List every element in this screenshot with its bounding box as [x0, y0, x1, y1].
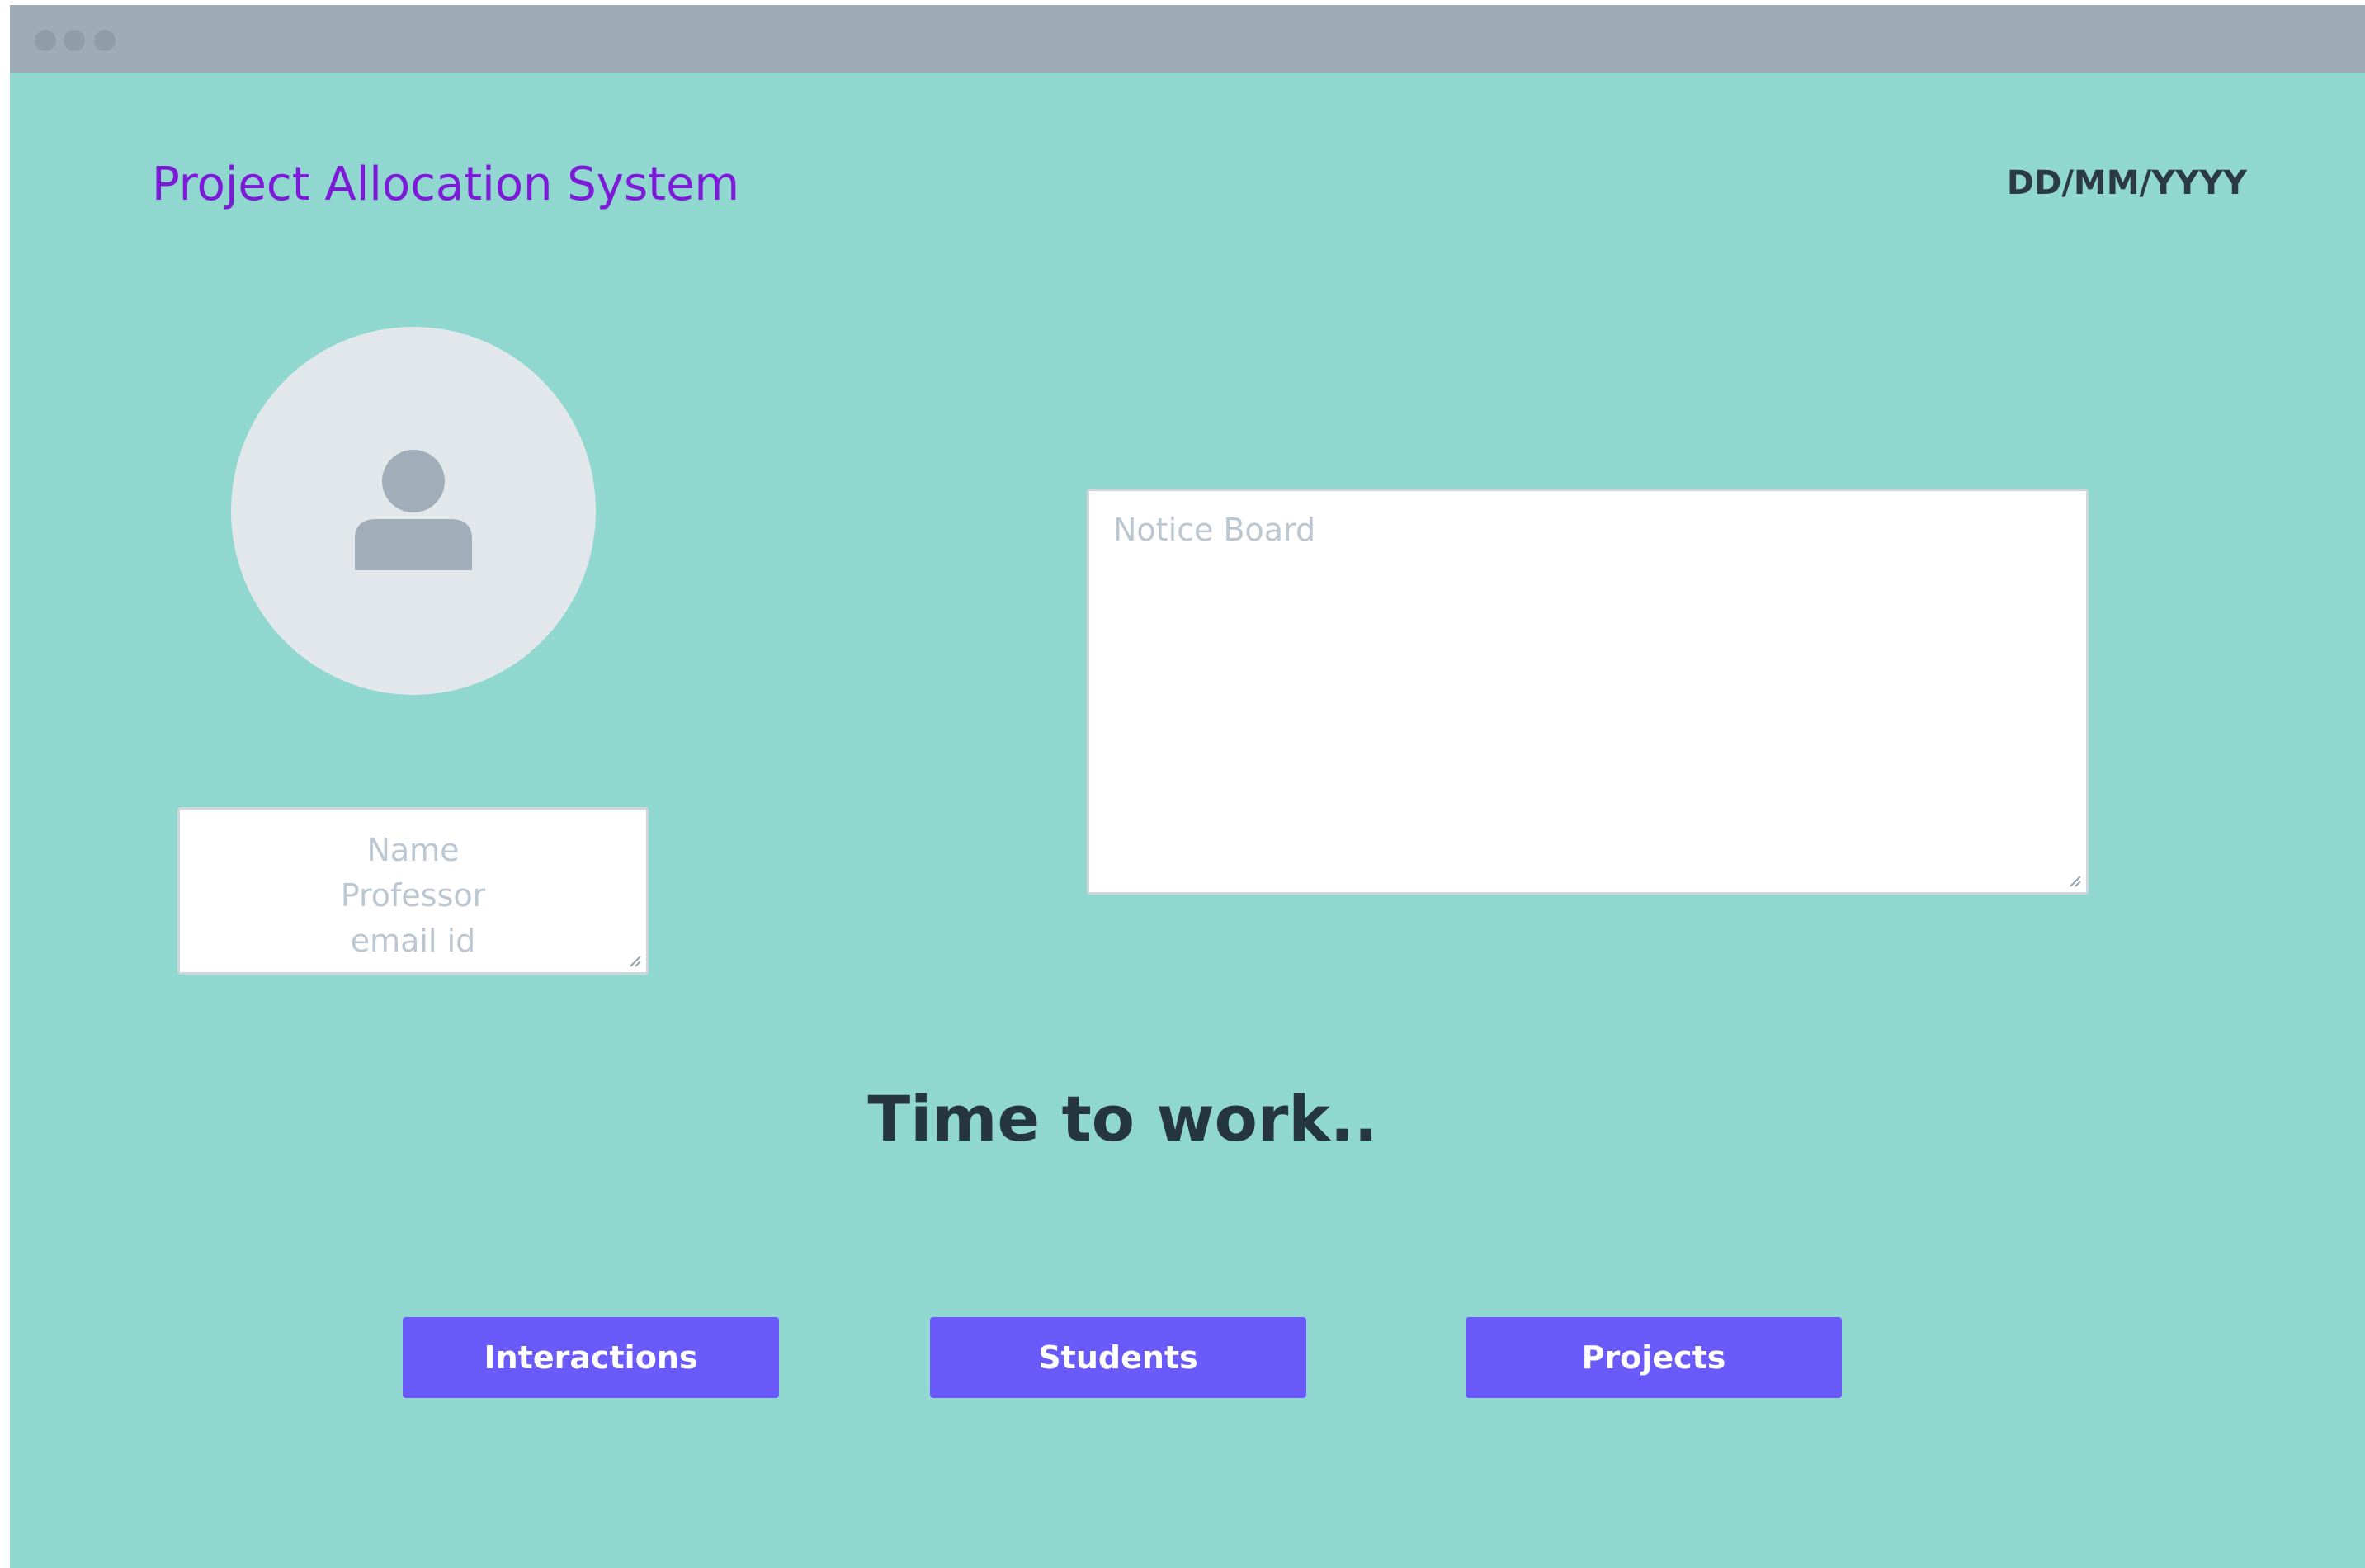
tagline: Time to work.. — [867, 1082, 1378, 1155]
user-icon — [355, 450, 472, 570]
app-title: Project Allocation System — [152, 158, 740, 211]
profile-info-textarea[interactable]: Name Professor email id — [177, 807, 649, 975]
window-close-dot[interactable] — [35, 30, 56, 51]
notice-board-textarea[interactable]: Notice Board — [1087, 489, 2089, 895]
resize-grip-icon[interactable] — [2066, 872, 2081, 887]
interactions-button[interactable]: Interactions — [403, 1317, 779, 1398]
profile-role: Professor — [340, 877, 486, 914]
date-display: DD/MM/YYYY — [2006, 164, 2247, 202]
window-minimize-dot[interactable] — [64, 30, 85, 51]
projects-button[interactable]: Projects — [1466, 1317, 1842, 1398]
profile-email: email id — [350, 923, 476, 959]
resize-grip-icon[interactable] — [626, 952, 641, 967]
avatar[interactable] — [231, 327, 596, 695]
profile-name: Name — [366, 832, 460, 868]
window-titlebar — [10, 5, 2365, 73]
students-button[interactable]: Students — [930, 1317, 1306, 1398]
notice-board-placeholder: Notice Board — [1113, 512, 1316, 548]
app-window: Project Allocation System DD/MM/YYYY Nam… — [10, 5, 2365, 1568]
window-maximize-dot[interactable] — [94, 30, 116, 51]
